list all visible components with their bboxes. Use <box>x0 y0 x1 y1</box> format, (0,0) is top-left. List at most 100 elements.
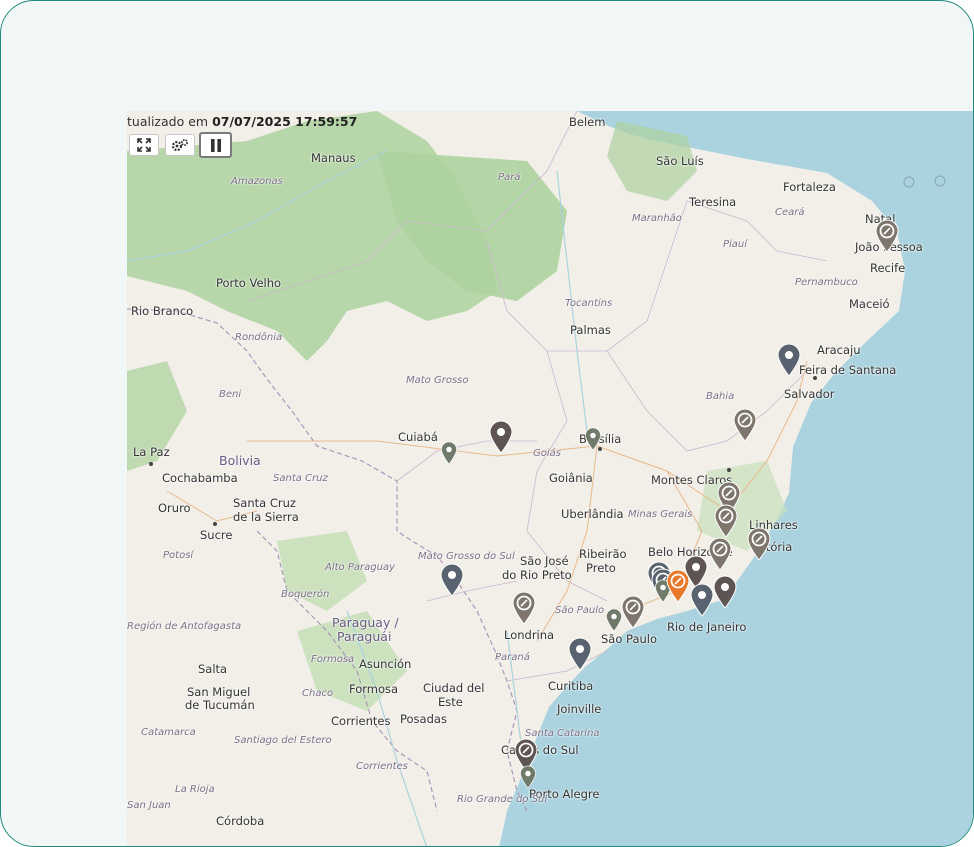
region-label: Rio Grande do Sul <box>457 794 548 805</box>
map-pin-icon <box>440 563 464 597</box>
city-label: São Paulo <box>601 632 658 646</box>
location-pin-orange[interactable] <box>665 569 691 603</box>
country-label: Paraguay / <box>332 615 399 630</box>
region-label: São Paulo <box>555 605 605 616</box>
region-label: San Juan <box>127 800 171 811</box>
city-label: Maceió <box>849 297 890 311</box>
region-label: Santiago del Estero <box>234 735 332 746</box>
location-pin-slate[interactable] <box>776 343 802 377</box>
city-label: Aracaju <box>817 343 861 357</box>
region-label: Minas Gerais <box>628 509 693 520</box>
location-pin-dark[interactable] <box>712 575 738 609</box>
city-label: São Luís <box>656 154 704 168</box>
settings-button[interactable] <box>165 134 195 156</box>
city-label: São José <box>520 554 569 568</box>
city-label: Salvador <box>784 387 835 401</box>
app-frame: tualizado em 07/07/2025 17:59:57 Belem S… <box>0 0 974 847</box>
region-label: Alto Paraguay <box>325 562 395 573</box>
region-label: Santa Cruz <box>273 473 328 484</box>
city-label: Posadas <box>400 712 447 726</box>
city-label: do Rio Preto <box>502 568 572 582</box>
region-label: Rondônia <box>235 332 283 343</box>
region-label: Bahia <box>706 391 735 402</box>
city-label: Joinville <box>557 702 602 716</box>
location-pin-taupe[interactable] <box>511 591 537 625</box>
city-label: de la Sierra <box>233 510 299 524</box>
map-pin-icon <box>606 608 622 632</box>
location-pin-olive[interactable] <box>605 608 623 632</box>
location-pin-taupe[interactable] <box>713 504 739 538</box>
gauge-pin-icon <box>714 504 738 538</box>
city-label: Córdoba <box>216 814 265 828</box>
pause-button[interactable] <box>199 132 232 158</box>
location-pin-taupe[interactable] <box>746 527 772 561</box>
city-label: Belem <box>569 115 606 129</box>
region-label: Chaco <box>302 688 334 699</box>
city-label: Recife <box>870 261 906 275</box>
city-label: de Tucumán <box>185 698 255 712</box>
city-dot <box>813 376 817 380</box>
region-label: Región de Antofagasta <box>127 621 242 632</box>
map-view[interactable]: tualizado em 07/07/2025 17:59:57 Belem S… <box>127 111 973 846</box>
map-pin-icon <box>585 427 601 451</box>
region-label: Ceará <box>775 207 805 218</box>
region-label: Tocantins <box>565 298 613 309</box>
location-pin-slate[interactable] <box>567 637 593 671</box>
city-label: Oruro <box>158 501 191 515</box>
map-pin-icon <box>713 575 737 609</box>
city-label: Goiânia <box>549 471 593 485</box>
gauge-pin-icon <box>747 527 771 561</box>
city-label: Corrientes <box>331 714 391 728</box>
region-label: Corrientes <box>356 761 408 772</box>
city-label: Uberlândia <box>561 507 624 521</box>
city-label: Manaus <box>311 151 356 165</box>
region-label: Formosa <box>311 654 355 665</box>
city-label: Fortaleza <box>783 180 836 194</box>
location-pin-slate[interactable] <box>439 563 465 597</box>
region-label: Beni <box>219 389 242 400</box>
city-label: La Paz <box>133 445 170 459</box>
location-pin-olive[interactable] <box>584 427 602 451</box>
location-pin-taupe[interactable] <box>707 537 733 571</box>
location-pin-dark[interactable] <box>488 420 514 454</box>
city-label: Feira de Santana <box>799 363 897 377</box>
gauge-pin-icon <box>621 595 645 629</box>
region-label: Potosí <box>163 550 194 561</box>
location-pin-olive[interactable] <box>440 441 458 465</box>
region-label: Mato Grosso do Sul <box>418 551 515 562</box>
location-pin-olive[interactable] <box>519 765 537 789</box>
region-label: Pará <box>498 172 521 183</box>
city-label: Palmas <box>570 323 611 337</box>
gauge-pin-icon <box>708 537 732 571</box>
city-label: Ciudad del <box>423 681 485 695</box>
region-label: Catamarca <box>141 727 196 738</box>
city-label: Porto Velho <box>216 276 282 290</box>
city-label: Preto <box>586 561 616 575</box>
gauge-pin-icon <box>875 219 899 253</box>
location-pin-taupe[interactable] <box>732 408 758 442</box>
gauge-pin-icon <box>512 591 536 625</box>
gears-icon <box>171 139 188 152</box>
city-label: Salta <box>198 662 228 676</box>
country-label: Paraguái <box>337 629 392 644</box>
region-label: Mato Grosso <box>406 375 469 386</box>
map-pin-icon <box>568 637 592 671</box>
fullscreen-button[interactable] <box>129 134 159 156</box>
city-label: Ribeirão <box>579 547 627 561</box>
gauge-pin-icon <box>733 408 757 442</box>
location-pin-taupe[interactable] <box>874 219 900 253</box>
last-updated-label: tualizado em <box>127 114 209 129</box>
gauge-pin-icon <box>666 569 690 603</box>
city-dot <box>727 468 731 472</box>
city-label: Este <box>438 695 463 709</box>
city-label: San Miguel <box>187 685 251 699</box>
city-label: Asunción <box>359 657 412 671</box>
pause-icon <box>210 138 221 152</box>
region-label: Piauí <box>723 239 748 250</box>
region-label: La Rioja <box>175 784 215 795</box>
region-label: Paraná <box>495 652 530 663</box>
map-pin-icon <box>489 420 513 454</box>
city-label: Cochabamba <box>162 471 238 485</box>
location-pin-taupe[interactable] <box>620 595 646 629</box>
city-label: Santa Cruz <box>233 496 296 510</box>
